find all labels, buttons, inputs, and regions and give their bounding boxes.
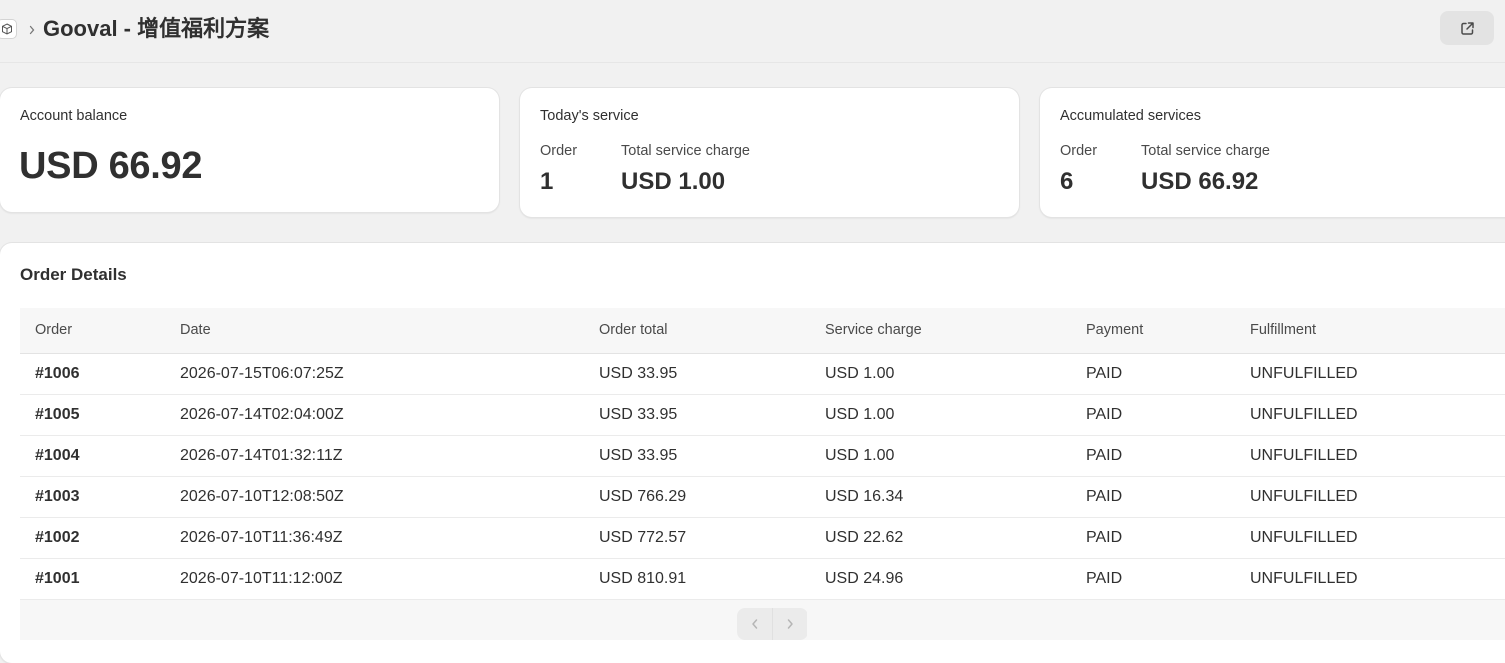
chevron-right-icon [785,618,795,630]
page-title: Gooval - 增值福利方案 [43,16,270,41]
orders-table-wrap: Order Date Order total Service charge Pa… [20,308,1505,600]
app-store-icon[interactable] [0,19,17,39]
column-header-order[interactable]: Order [20,308,165,353]
service-charge-cell: USD 1.00 [825,446,895,464]
column-header-date[interactable]: Date [165,308,584,353]
external-link-icon [1459,20,1476,37]
order-date-cell: 2026-07-10T11:36:49Z [180,528,343,546]
column-header-order-total[interactable]: Order total [584,308,810,353]
order-total-cell: USD 772.57 [599,528,687,546]
previous-page-button[interactable] [737,608,772,640]
fulfillment-status-cell: UNFULFILLED [1250,528,1358,546]
fulfillment-status-cell: UNFULFILLED [1250,364,1358,382]
todays-order-value: 1 [540,168,554,195]
payment-status-cell: PAID [1086,528,1123,546]
payment-status-cell: PAID [1086,405,1123,423]
external-link-button[interactable] [1440,11,1494,45]
pagination [737,608,808,640]
todays-service-label: Today's service [540,108,639,124]
service-charge-cell: USD 16.34 [825,487,904,505]
order-total-cell: USD 33.95 [599,446,678,464]
column-header-fulfillment[interactable]: Fulfillment [1235,308,1505,353]
top-bar: Gooval - 增值福利方案 [0,0,1505,63]
account-balance-value: USD 66.92 [19,145,203,187]
order-total-cell: USD 33.95 [599,405,678,423]
payment-status-cell: PAID [1086,487,1123,505]
table-row[interactable]: #1006 2026-07-15T06:07:25Z USD 33.95 USD… [20,353,1505,394]
table-row[interactable]: #1002 2026-07-10T11:36:49Z USD 772.57 US… [20,517,1505,558]
order-date-cell: 2026-07-10T12:08:50Z [180,487,344,505]
order-total-cell: USD 810.91 [599,569,687,587]
order-id-cell[interactable]: #1006 [20,353,165,394]
service-charge-cell: USD 24.96 [825,569,904,587]
order-id-cell[interactable]: #1001 [20,558,165,599]
order-id-cell[interactable]: #1004 [20,435,165,476]
fulfillment-status-cell: UNFULFILLED [1250,446,1358,464]
column-header-service-charge[interactable]: Service charge [810,308,1071,353]
order-details-card: Order Details Order Date Order total Ser… [0,243,1505,663]
chevron-right-icon [27,20,37,40]
payment-status-cell: PAID [1086,569,1123,587]
accumulated-order-value: 6 [1060,168,1074,195]
accumulated-order-label: Order [1060,143,1098,159]
order-total-cell: USD 766.29 [599,487,687,505]
order-id-cell[interactable]: #1005 [20,394,165,435]
todays-charge-value: USD 1.00 [621,168,726,195]
service-charge-cell: USD 1.00 [825,405,895,423]
service-charge-cell: USD 22.62 [825,528,904,546]
accumulated-services-card: Accumulated services Order 6 Total servi… [1040,88,1505,217]
todays-charge-label: Total service charge [621,143,750,159]
fulfillment-status-cell: UNFULFILLED [1250,569,1358,587]
account-balance-card: Account balance USD 66.92 [0,88,499,212]
order-date-cell: 2026-07-14T01:32:11Z [180,446,343,464]
table-header-row: Order Date Order total Service charge Pa… [20,308,1505,353]
table-row[interactable]: #1005 2026-07-14T02:04:00Z USD 33.95 USD… [20,394,1505,435]
order-id-cell[interactable]: #1003 [20,476,165,517]
payment-status-cell: PAID [1086,364,1123,382]
order-date-cell: 2026-07-10T11:12:00Z [180,569,343,587]
fulfillment-status-cell: UNFULFILLED [1250,405,1358,423]
order-date-cell: 2026-07-15T06:07:25Z [180,364,344,382]
service-charge-cell: USD 1.00 [825,364,895,382]
accumulated-services-label: Accumulated services [1060,108,1202,124]
table-row[interactable]: #1004 2026-07-14T01:32:11Z USD 33.95 USD… [20,435,1505,476]
order-details-title: Order Details [20,265,127,284]
payment-status-cell: PAID [1086,446,1123,464]
accumulated-charge-label: Total service charge [1141,143,1270,159]
orders-table: Order Date Order total Service charge Pa… [20,308,1505,600]
table-row[interactable]: #1003 2026-07-10T12:08:50Z USD 766.29 US… [20,476,1505,517]
todays-service-card: Today's service Order 1 Total service ch… [520,88,1019,217]
column-header-payment[interactable]: Payment [1071,308,1235,353]
chevron-left-icon [750,618,760,630]
accumulated-charge-value: USD 66.92 [1141,168,1259,195]
order-date-cell: 2026-07-14T02:04:00Z [180,405,344,423]
next-page-button[interactable] [772,608,807,640]
table-row[interactable]: #1001 2026-07-10T11:12:00Z USD 810.91 US… [20,558,1505,599]
table-footer [20,600,1505,640]
order-total-cell: USD 33.95 [599,364,678,382]
account-balance-label: Account balance [20,108,128,124]
todays-order-label: Order [540,143,578,159]
fulfillment-status-cell: UNFULFILLED [1250,487,1358,505]
order-id-cell[interactable]: #1002 [20,517,165,558]
